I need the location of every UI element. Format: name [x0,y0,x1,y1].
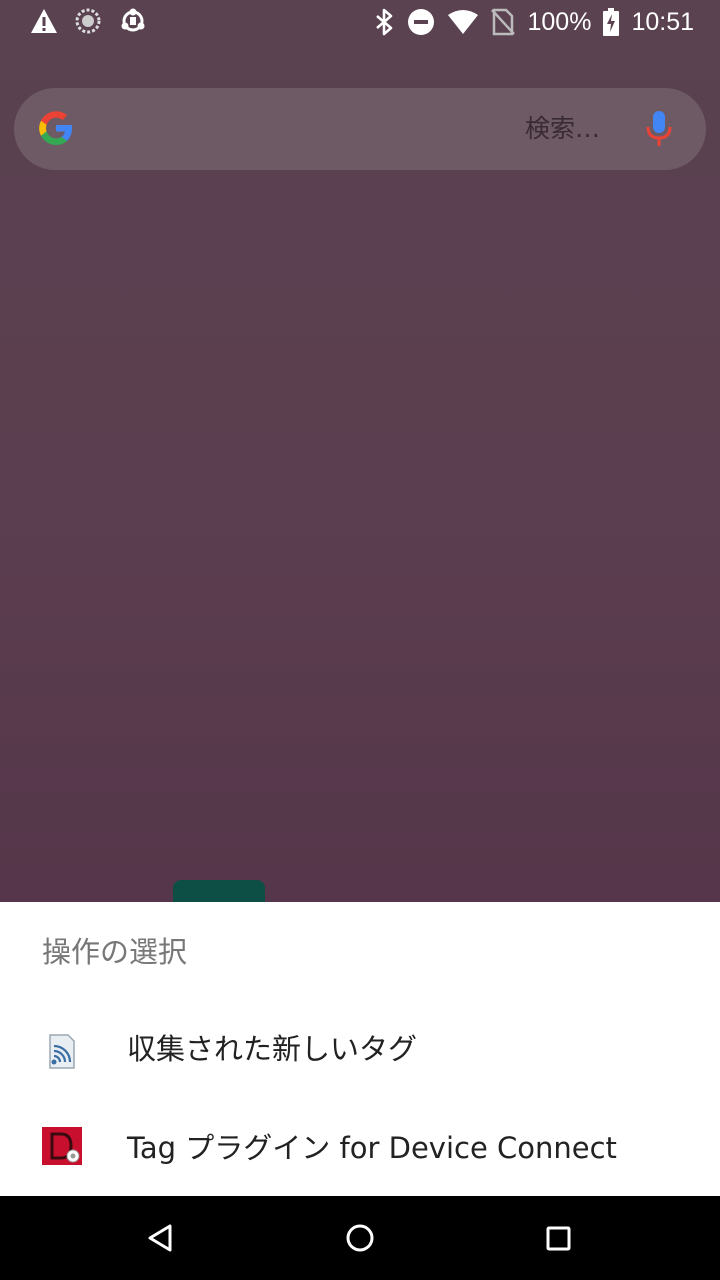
chooser-title: 操作の選択 [42,935,188,969]
device-connect-app-icon [42,1127,82,1169]
recents-icon[interactable] [538,1218,578,1258]
chooser-item-label: Tag プラグイン for Device Connect [127,1131,617,1165]
chooser-item-label: 収集された新しいタグ [127,1032,418,1066]
home-screen: 100% 10:51 検索… 操作の選択 収集された新しいタグ Tag プラグイ… [0,0,720,1280]
app-chooser-sheet: 操作の選択 収集された新しいタグ Tag プラグイン for Device Co… [0,902,720,1196]
notification-icons [30,6,148,36]
clock: 10:51 [631,8,694,36]
nfc-tag-app-icon [42,1032,82,1074]
back-icon[interactable] [140,1218,180,1258]
google-logo-icon [36,108,76,148]
battery-charging-icon [603,8,620,36]
do-not-disturb-icon [407,8,435,36]
usb-debug-icon [118,6,148,36]
status-bar: 100% 10:51 [0,0,720,44]
mic-icon[interactable] [646,110,672,148]
no-sim-icon [491,8,516,36]
home-icon[interactable] [340,1218,380,1258]
chooser-item-new-tag[interactable]: 収集された新しいタグ [0,1000,720,1098]
warning-icon [30,7,58,35]
battery-percent: 100% [527,8,592,36]
wifi-icon [447,9,479,35]
google-search-widget[interactable]: 検索… [14,88,706,170]
search-placeholder: 検索… [524,114,600,143]
system-status-icons: 100% 10:51 [373,4,694,40]
navigation-bar [0,1196,720,1280]
chooser-item-tag-plugin[interactable]: Tag プラグイン for Device Connect [0,1098,720,1196]
sync-icon [74,7,102,35]
bluetooth-icon [373,7,395,37]
